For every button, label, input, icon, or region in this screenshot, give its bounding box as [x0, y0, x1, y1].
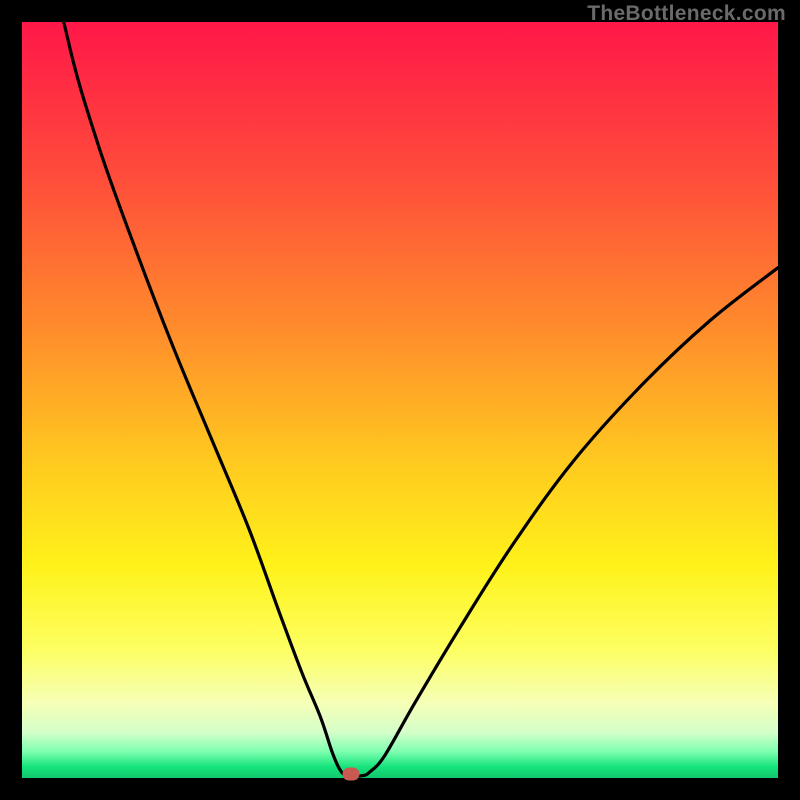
optimum-marker — [342, 768, 359, 781]
outer-frame: TheBottleneck.com — [0, 0, 800, 800]
watermark-text: TheBottleneck.com — [587, 2, 786, 26]
plot-area — [22, 22, 778, 778]
curve-layer — [22, 22, 778, 778]
bottleneck-curve-line — [22, 22, 778, 776]
